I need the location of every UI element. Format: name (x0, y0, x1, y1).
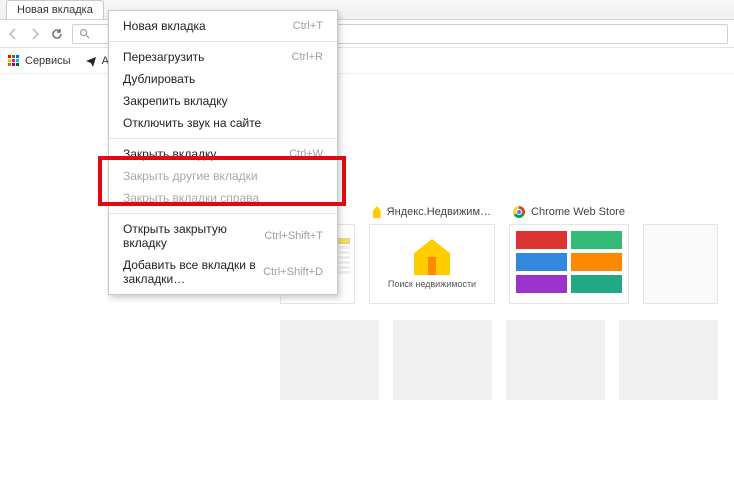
menu-separator (109, 213, 337, 214)
menu-reopen-closed[interactable]: Открыть закрытую вкладку Ctrl+Shift+T (109, 218, 337, 254)
plane-icon (85, 55, 97, 67)
tab-context-menu: Новая вкладка Ctrl+T Перезагрузить Ctrl+… (108, 10, 338, 295)
search-icon (79, 28, 90, 39)
thumb-chrome-webstore[interactable]: Chrome Web Store (509, 200, 629, 304)
forward-icon[interactable] (28, 27, 42, 41)
back-icon[interactable] (6, 27, 20, 41)
menu-duplicate[interactable]: Дублировать (109, 68, 337, 90)
menu-close[interactable]: Закрыть вкладку Ctrl+W (109, 143, 337, 165)
menu-pin[interactable]: Закрепить вкладку (109, 90, 337, 112)
thumb-empty[interactable] (643, 200, 718, 304)
menu-separator (109, 138, 337, 139)
thumb-title: Яндекс.Недвижим… (369, 200, 495, 224)
tab-newtab[interactable]: Новая вкладка (6, 0, 104, 19)
thumb-placeholder[interactable] (506, 320, 605, 400)
menu-separator (109, 41, 337, 42)
chrome-icon (513, 206, 525, 218)
thumb-title: Chrome Web Store (509, 200, 629, 224)
thumb-placeholder[interactable] (619, 320, 718, 400)
menu-close-others: Закрыть другие вкладки (109, 165, 337, 187)
reload-icon[interactable] (50, 27, 64, 41)
thumb-placeholder[interactable] (393, 320, 492, 400)
bookmarks-apps-label: Сервисы (25, 55, 71, 67)
apps-icon (8, 55, 20, 67)
thumb-placeholder[interactable] (280, 320, 379, 400)
house-icon (414, 239, 450, 275)
menu-close-right: Закрыть вкладки справа (109, 187, 337, 209)
menu-reload[interactable]: Перезагрузить Ctrl+R (109, 46, 337, 68)
thumb-yandex-realty[interactable]: Яндекс.Недвижим… Поиск недвижимости (369, 200, 495, 304)
tab-title: Новая вкладка (17, 4, 93, 16)
thumb-preview (643, 224, 718, 304)
bookmarks-apps[interactable]: Сервисы (8, 55, 71, 67)
menu-bookmark-all[interactable]: Добавить все вкладки в закладки… Ctrl+Sh… (109, 254, 337, 290)
menu-new-tab[interactable]: Новая вкладка Ctrl+T (109, 15, 337, 37)
thumb-preview (509, 224, 629, 304)
yandex-realty-icon (373, 206, 381, 218)
menu-mute[interactable]: Отключить звук на сайте (109, 112, 337, 134)
thumb-preview: Поиск недвижимости (369, 224, 495, 304)
